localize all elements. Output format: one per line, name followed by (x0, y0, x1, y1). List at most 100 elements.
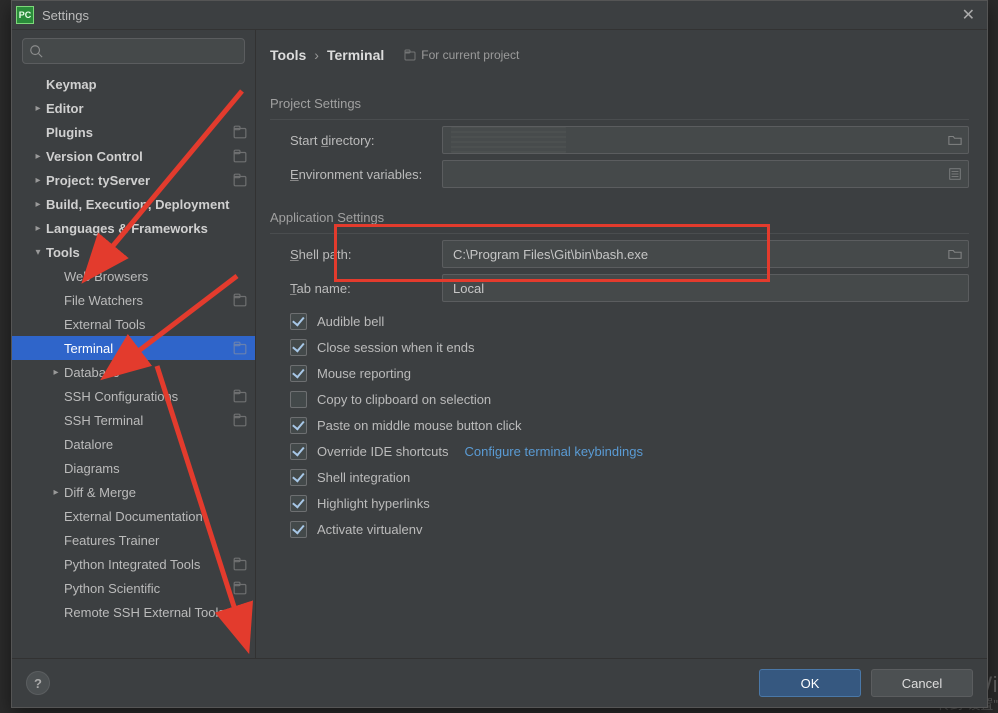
sidebar-item-remote-ssh-external-tools[interactable]: Remote SSH External Tools (12, 600, 255, 624)
redacted-path (451, 127, 566, 153)
env-variables-field[interactable] (442, 160, 969, 188)
sidebar-item-label: Diagrams (64, 461, 247, 476)
shell-path-field[interactable] (442, 240, 969, 268)
sidebar-item-web-browsers[interactable]: Web Browsers (12, 264, 255, 288)
sidebar-item-label: Project: tyServer (46, 173, 229, 188)
section-project-settings: Project Settings (270, 96, 969, 111)
check-highlight-hyperlinks: Highlight hyperlinks (270, 490, 969, 516)
close-icon[interactable]: ✕ (956, 3, 981, 27)
sidebar-item-label: Web Browsers (64, 269, 247, 284)
sidebar-item-ssh-terminal[interactable]: SSH Terminal (12, 408, 255, 432)
project-scope-icon (233, 125, 247, 139)
project-icon (404, 49, 416, 61)
checkbox-label[interactable]: Override IDE shortcuts (317, 444, 449, 459)
sidebar-item-label: Remote SSH External Tools (64, 605, 247, 620)
sidebar-item-label: Keymap (46, 77, 247, 92)
start-directory-field[interactable] (442, 126, 969, 154)
check-shell-integration: Shell integration (270, 464, 969, 490)
checkbox[interactable] (290, 469, 307, 486)
checkbox[interactable] (290, 391, 307, 408)
breadcrumb: Tools›Terminal (270, 47, 384, 63)
checkbox-label[interactable]: Audible bell (317, 314, 384, 329)
sidebar-item-label: Diff & Merge (64, 485, 247, 500)
sidebar-item-label: Python Integrated Tools (64, 557, 229, 572)
sidebar-item-label: Tools (46, 245, 247, 260)
section-app-settings: Application Settings (270, 210, 969, 225)
checkbox-label[interactable]: Highlight hyperlinks (317, 496, 430, 511)
sidebar-item-label: Python Scientific (64, 581, 229, 596)
checkbox[interactable] (290, 521, 307, 538)
checkbox-label[interactable]: Mouse reporting (317, 366, 411, 381)
browse-folder-icon[interactable] (946, 131, 964, 149)
settings-main: Tools›Terminal For current project Proje… (256, 30, 987, 658)
sidebar-item-build-execution-deployment[interactable]: ▸Build, Execution, Deployment (12, 192, 255, 216)
chevron-right-icon: ▸ (30, 223, 46, 234)
sidebar-item-python-integrated-tools[interactable]: Python Integrated Tools (12, 552, 255, 576)
checkbox[interactable] (290, 443, 307, 460)
configure-keybindings-link[interactable]: Configure terminal keybindings (465, 444, 643, 459)
check-mouse-reporting: Mouse reporting (270, 360, 969, 386)
checkbox-label[interactable]: Close session when it ends (317, 340, 475, 355)
sidebar-item-languages-frameworks[interactable]: ▸Languages & Frameworks (12, 216, 255, 240)
sidebar-item-plugins[interactable]: Plugins (12, 120, 255, 144)
chevron-down-icon: ▾ (30, 247, 46, 258)
sidebar-item-label: Database (64, 365, 247, 380)
check-copy-to-clipboard-on-selection: Copy to clipboard on selection (270, 386, 969, 412)
sidebar-item-label: Languages & Frameworks (46, 221, 247, 236)
check-audible-bell: Audible bell (270, 308, 969, 334)
sidebar-item-terminal[interactable]: Terminal (12, 336, 255, 360)
check-activate-virtualenv: Activate virtualenv (270, 516, 969, 542)
checkbox[interactable] (290, 339, 307, 356)
window-title: Settings (42, 8, 956, 23)
cancel-button[interactable]: Cancel (871, 669, 973, 697)
checkbox-label[interactable]: Paste on middle mouse button click (317, 418, 522, 433)
sidebar-item-external-tools[interactable]: External Tools (12, 312, 255, 336)
project-scope-icon (233, 341, 247, 355)
project-scope-icon (233, 293, 247, 307)
shell-path-label: Shell path: (270, 247, 442, 262)
app-icon: PC (16, 6, 34, 24)
sidebar-item-version-control[interactable]: ▸Version Control (12, 144, 255, 168)
ok-button[interactable]: OK (759, 669, 861, 697)
checkbox[interactable] (290, 313, 307, 330)
chevron-right-icon: ▸ (30, 175, 46, 186)
sidebar-item-label: External Documentation (64, 509, 247, 524)
sidebar-item-keymap[interactable]: Keymap (12, 72, 255, 96)
checkbox-label[interactable]: Copy to clipboard on selection (317, 392, 491, 407)
sidebar-item-file-watchers[interactable]: File Watchers (12, 288, 255, 312)
checkbox[interactable] (290, 417, 307, 434)
settings-tree[interactable]: Keymap▸EditorPlugins▸Version Control▸Pro… (12, 70, 255, 658)
sidebar-item-label: SSH Configurations (64, 389, 229, 404)
check-override-ide-shortcuts: Override IDE shortcuts Configure terminal… (270, 438, 969, 464)
sidebar-item-tools[interactable]: ▾Tools (12, 240, 255, 264)
checkbox-label[interactable]: Activate virtualenv (317, 522, 423, 537)
sidebar-item-editor[interactable]: ▸Editor (12, 96, 255, 120)
sidebar-item-database[interactable]: ▸Database (12, 360, 255, 384)
project-scope-icon (233, 413, 247, 427)
tab-name-field[interactable] (442, 274, 969, 302)
checkbox-label[interactable]: Shell integration (317, 470, 410, 485)
sidebar-item-ssh-configurations[interactable]: SSH Configurations (12, 384, 255, 408)
browse-folder-icon[interactable] (946, 245, 964, 263)
sidebar-item-label: SSH Terminal (64, 413, 229, 428)
sidebar-item-python-scientific[interactable]: Python Scientific (12, 576, 255, 600)
chevron-right-icon: ▸ (30, 151, 46, 162)
project-scope-icon (233, 389, 247, 403)
sidebar-item-label: Features Trainer (64, 533, 247, 548)
sidebar-item-features-trainer[interactable]: Features Trainer (12, 528, 255, 552)
checkbox[interactable] (290, 495, 307, 512)
tab-name-label: Tab name: (270, 281, 442, 296)
sidebar-item-external-documentation[interactable]: External Documentation (12, 504, 255, 528)
search-input[interactable] (22, 38, 245, 64)
sidebar-item-label: Version Control (46, 149, 229, 164)
sidebar-item-datalore[interactable]: Datalore (12, 432, 255, 456)
title-bar: PC Settings ✕ (12, 1, 987, 30)
sidebar-item-diff-merge[interactable]: ▸Diff & Merge (12, 480, 255, 504)
checkbox[interactable] (290, 365, 307, 382)
settings-dialog: PC Settings ✕ Keymap▸EditorPlugins▸Versi… (11, 0, 988, 708)
dialog-footer: ? OK Cancel (12, 658, 987, 707)
list-edit-icon[interactable] (946, 165, 964, 183)
sidebar-item-project-tyserver[interactable]: ▸Project: tyServer (12, 168, 255, 192)
sidebar-item-diagrams[interactable]: Diagrams (12, 456, 255, 480)
help-button[interactable]: ? (26, 671, 50, 695)
